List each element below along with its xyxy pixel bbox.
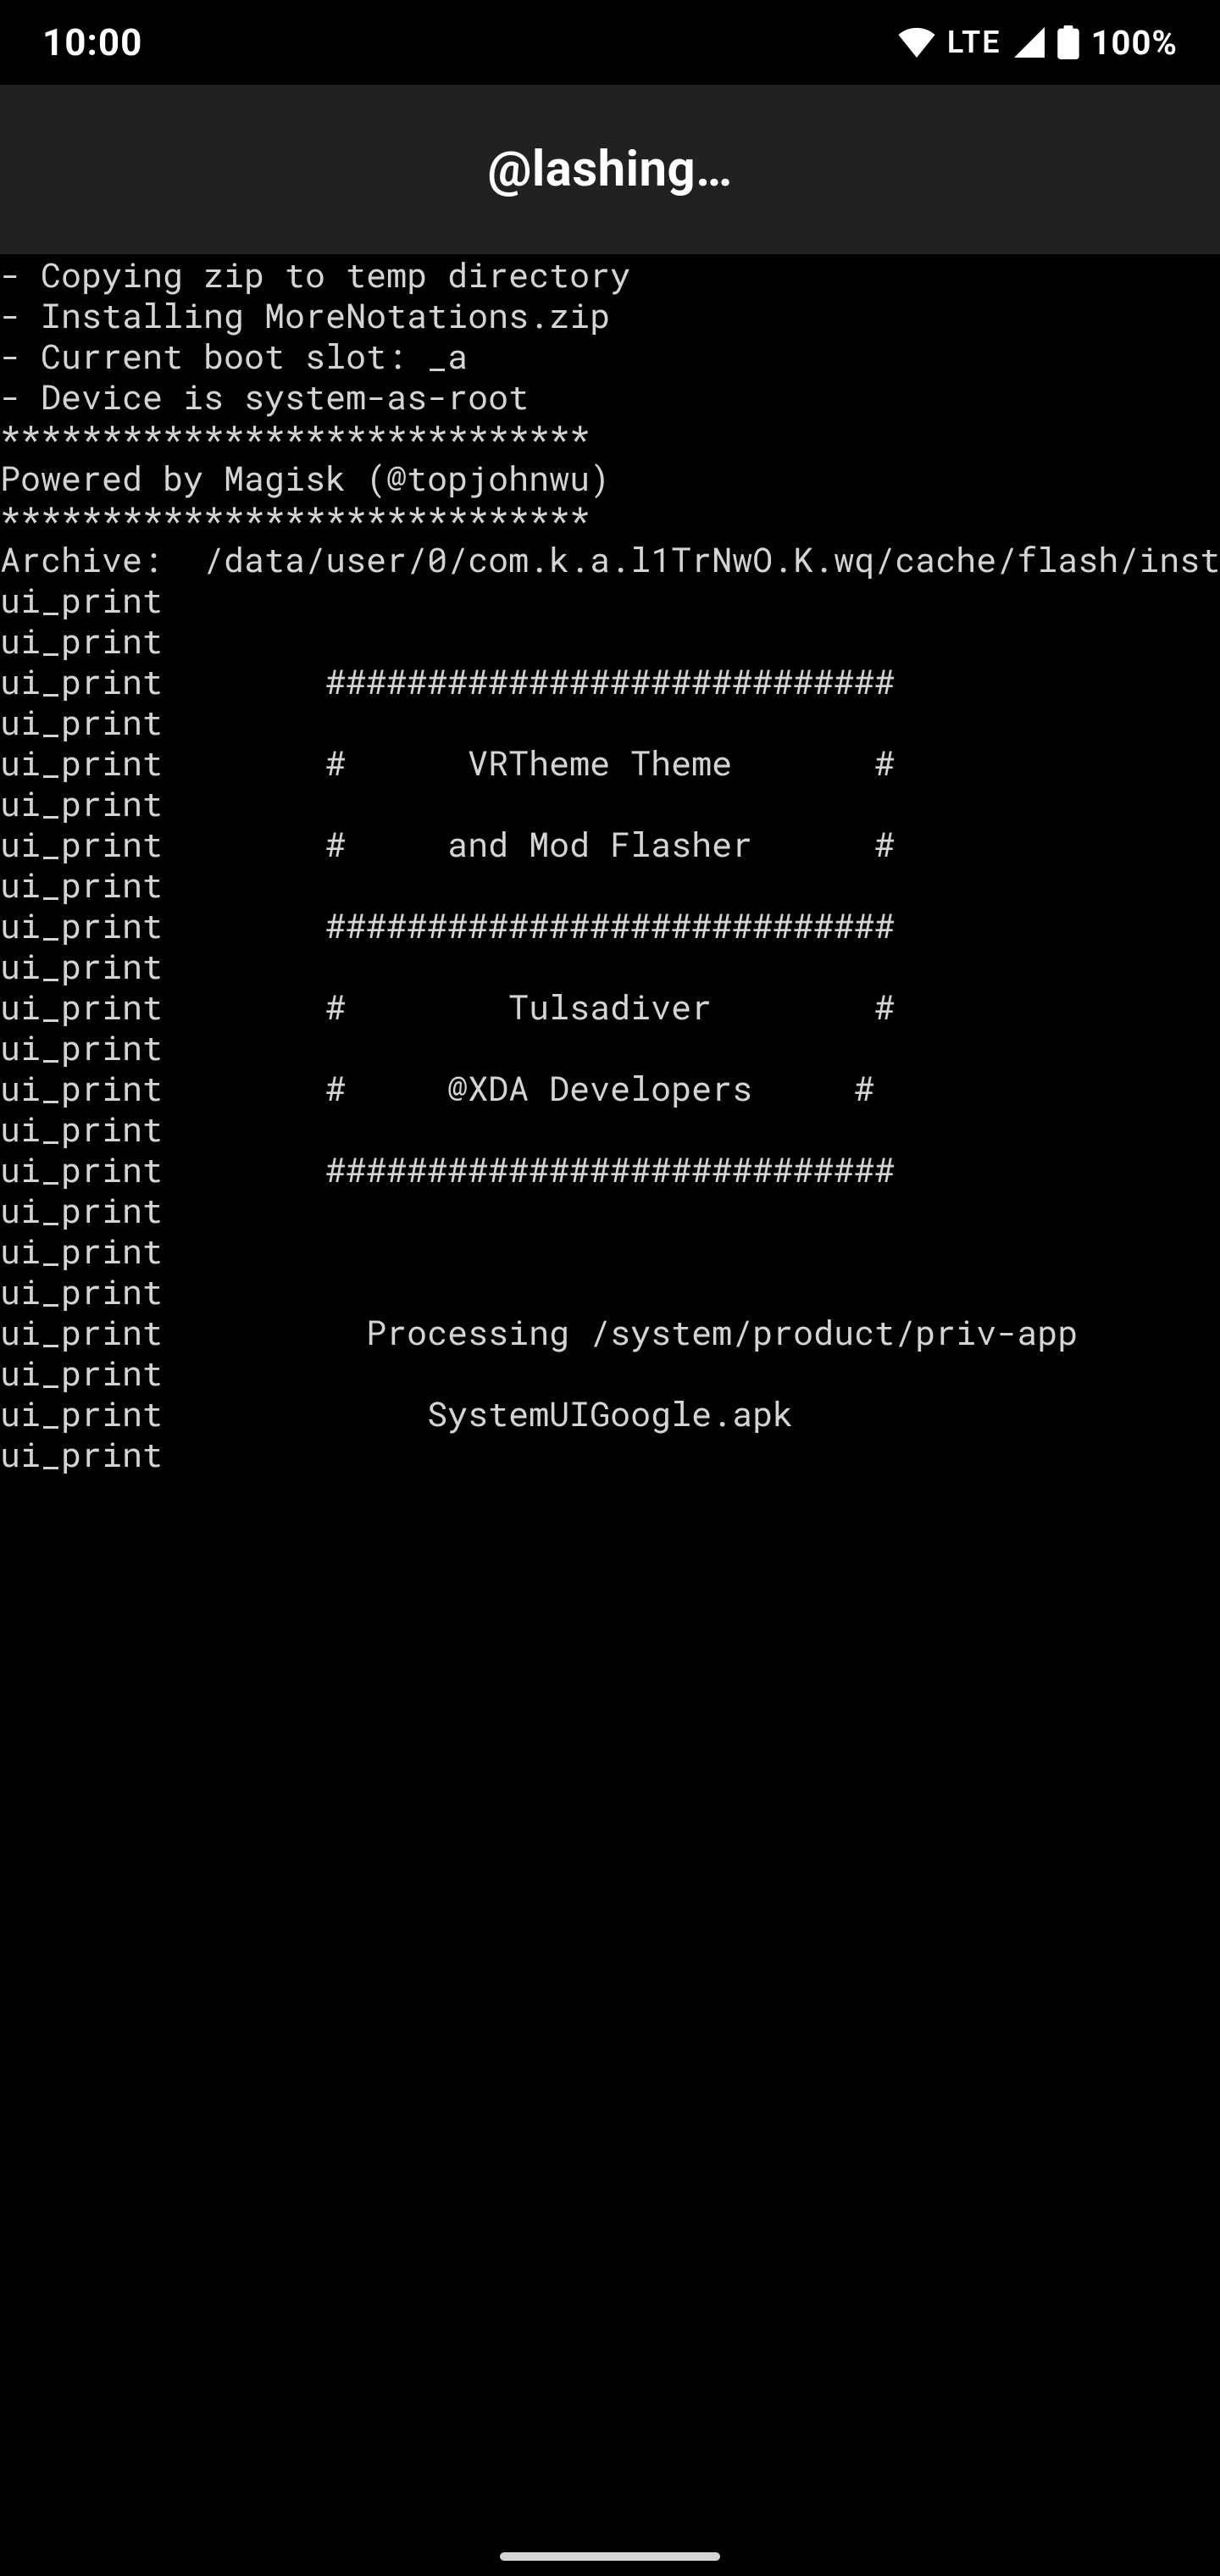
status-time: 10:00 xyxy=(42,20,142,64)
nav-gesture-handle[interactable] xyxy=(500,2552,720,2561)
log-line: ui_print xyxy=(0,1352,1220,1393)
log-line: - Current boot slot: _a xyxy=(0,336,1220,376)
log-line: ui_print xyxy=(0,1434,1220,1474)
log-line: Archive: /data/user/0/com.k.a.l1TrNwO.K.… xyxy=(0,539,1220,580)
log-line: ui_print xyxy=(0,864,1220,905)
network-type-label: LTE xyxy=(947,25,1001,60)
log-line: ui_print xyxy=(0,1271,1220,1312)
log-line: ui_print xyxy=(0,620,1220,661)
log-line: ui_print ############################ xyxy=(0,905,1220,946)
log-line: ui_print ############################ xyxy=(0,1149,1220,1190)
log-line: ui_print xyxy=(0,1027,1220,1068)
wifi-icon xyxy=(898,27,935,58)
battery-icon xyxy=(1057,25,1079,59)
terminal-log[interactable]: - Copying zip to temp directory- Install… xyxy=(0,254,1220,1474)
log-line: ***************************** xyxy=(0,498,1220,539)
log-line: ui_print # Tulsadiver # xyxy=(0,986,1220,1027)
log-line: ui_print SystemUIGoogle.apk xyxy=(0,1393,1220,1434)
log-line: ui_print xyxy=(0,946,1220,986)
log-line: ui_print # and Mod Flasher # xyxy=(0,824,1220,864)
signal-icon xyxy=(1013,27,1045,58)
log-line: ui_print # @XDA Developers # xyxy=(0,1068,1220,1108)
battery-percent-label: 100% xyxy=(1091,23,1178,63)
log-line: ui_print Processing /system/product/priv… xyxy=(0,1312,1220,1352)
log-line: - Device is system-as-root xyxy=(0,376,1220,417)
log-line: ui_print xyxy=(0,580,1220,620)
log-line: - Installing MoreNotations.zip xyxy=(0,295,1220,336)
log-line: ui_print # VRTheme Theme # xyxy=(0,742,1220,783)
log-line: ui_print xyxy=(0,1190,1220,1230)
log-line: Powered by Magisk (@topjohnwu) xyxy=(0,458,1220,498)
log-line: ui_print ############################ xyxy=(0,661,1220,702)
log-line: ui_print xyxy=(0,1108,1220,1149)
status-bar: 10:00 LTE 100% xyxy=(0,0,1220,85)
log-line: ui_print xyxy=(0,783,1220,824)
log-line: ui_print xyxy=(0,1230,1220,1271)
log-line: ***************************** xyxy=(0,417,1220,458)
log-line: - Copying zip to temp directory xyxy=(0,254,1220,295)
app-bar: @lashing… xyxy=(0,85,1220,254)
status-right: LTE 100% xyxy=(898,23,1178,63)
app-title: @lashing… xyxy=(487,141,732,198)
log-line: ui_print xyxy=(0,702,1220,742)
